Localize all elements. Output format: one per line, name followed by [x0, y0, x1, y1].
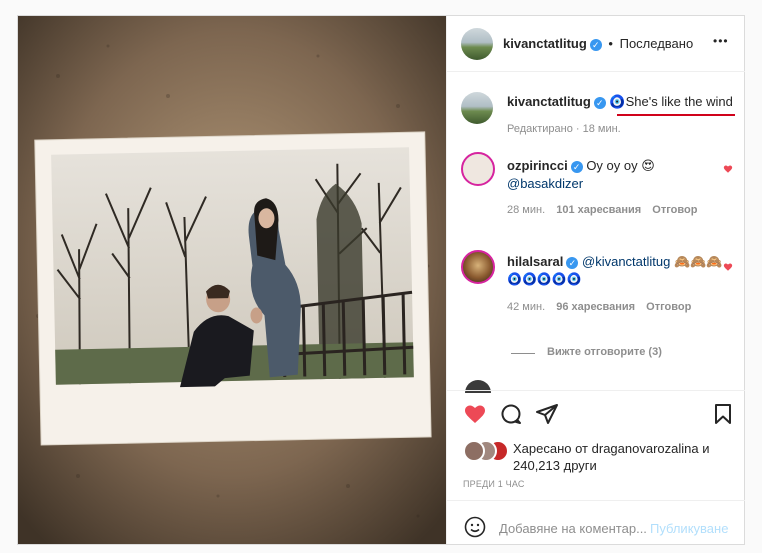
view-replies-button[interactable]: Вижте отговорите (3): [547, 346, 662, 358]
like-heart-icon[interactable]: [463, 402, 487, 426]
commenter-avatar[interactable]: [461, 152, 495, 186]
nazar-emoji: 🧿: [609, 94, 626, 109]
comment-time: 28 мин.: [507, 204, 546, 216]
comment-line: hilalsaral ✓ @kivanctatlitug 🙈🙈🙈: [507, 254, 723, 270]
verified-badge-icon: ✓: [589, 38, 602, 51]
follow-status[interactable]: Последвано: [620, 36, 694, 51]
likes-summary: Харесано от draganovarozalina и 240,213 …: [513, 440, 733, 474]
caption-text: She's like the wind: [625, 94, 733, 109]
comment-line: ozpirincci ✓ Oy oy oy 😍: [507, 158, 655, 174]
verified-badge-icon: ✓: [593, 96, 606, 109]
comment-liked-heart-icon[interactable]: [723, 164, 733, 174]
comment-emoji-line: 🧿🧿🧿🧿🧿: [507, 272, 582, 286]
comment-text: Oy oy oy 😍: [586, 158, 655, 173]
caption-edited-time: Редактирано · 18 мин.: [507, 123, 621, 135]
header-divider: [447, 71, 745, 72]
actions-divider: [447, 390, 745, 391]
comment-text: 🙈🙈🙈: [673, 254, 723, 269]
reply-button[interactable]: Отговор: [646, 301, 691, 313]
likes-count[interactable]: 240,213 други: [513, 458, 597, 473]
liker-username[interactable]: draganovarozalina: [592, 441, 699, 456]
likes-prefix: Харесано от: [513, 441, 589, 456]
comment-username[interactable]: ozpirincci: [507, 158, 568, 173]
view-replies-line: [511, 353, 535, 354]
author-username[interactable]: kivanctatlitug: [503, 36, 587, 51]
comment-input[interactable]: Добавяне на коментар...: [499, 521, 647, 536]
comment-meta: 28 мин. 101 харесвания Отговор: [507, 204, 697, 216]
emoji-smiley-icon[interactable]: [463, 515, 487, 539]
comment-mention[interactable]: @basakdizer: [507, 176, 583, 191]
post-header-line: kivanctatlitug ✓ • Последвано: [503, 36, 693, 51]
comment-likes[interactable]: 101 харесвания: [556, 204, 641, 216]
post-side-panel: kivanctatlitug ✓ • Последвано ••• kivanct…: [446, 16, 745, 544]
author-avatar[interactable]: [461, 28, 493, 60]
post-photo[interactable]: [18, 16, 446, 544]
share-direct-icon[interactable]: [535, 402, 559, 426]
instagram-post: kivanctatlitug ✓ • Последвано ••• kivanct…: [17, 15, 745, 545]
caption-author-avatar[interactable]: [461, 92, 493, 124]
liker-avatar[interactable]: [463, 440, 485, 462]
comment-bubble-icon[interactable]: [499, 402, 523, 426]
comment-liked-heart-icon[interactable]: [723, 262, 733, 272]
caption-username[interactable]: kivanctatlitug: [507, 94, 591, 109]
comment-box-divider: [447, 500, 745, 501]
commenter-avatar[interactable]: [461, 250, 495, 284]
caption-underline-annotation: [617, 114, 735, 116]
verified-badge-icon: ✓: [566, 256, 579, 269]
publish-button[interactable]: Публикуване: [650, 521, 728, 536]
comment-meta: 42 мин. 96 харесвания Отговор: [507, 301, 691, 313]
comment-time: 42 мин.: [507, 301, 546, 313]
reply-button[interactable]: Отговор: [652, 204, 697, 216]
verified-badge-icon: ✓: [570, 160, 583, 173]
comment-username[interactable]: hilalsaral: [507, 254, 563, 269]
likes-mid: и: [702, 441, 710, 456]
comment-mention[interactable]: @kivanctatlitug: [582, 254, 670, 269]
header-separator: •: [608, 36, 613, 51]
comment-likes[interactable]: 96 харесвания: [556, 301, 635, 313]
polaroid-photo-illustration: [18, 16, 446, 544]
save-bookmark-icon[interactable]: [711, 402, 735, 426]
more-options-icon[interactable]: •••: [713, 34, 729, 48]
caption-line: kivanctatlitug ✓ 🧿She's like the wind: [507, 94, 733, 110]
post-timestamp[interactable]: ПРЕДИ 1 ЧАС: [463, 479, 525, 489]
